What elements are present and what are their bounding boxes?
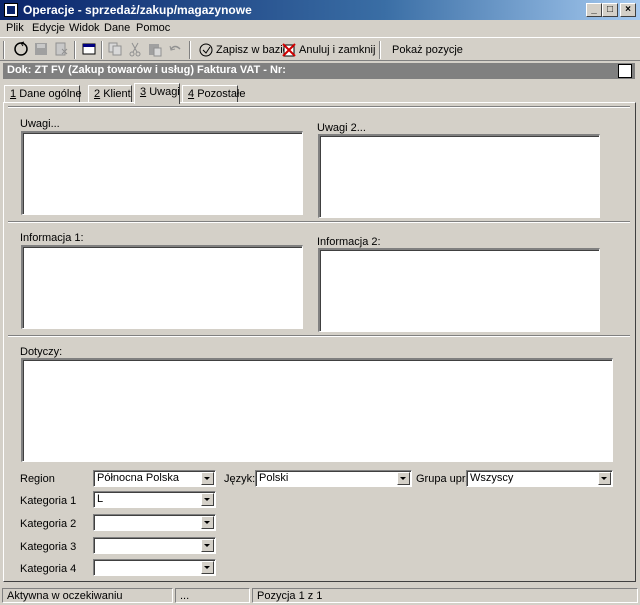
region-select[interactable]: Północna Polska	[93, 470, 216, 487]
toolbar-separator	[189, 41, 191, 59]
tab-uwagi[interactable]: 3 Uwagi	[134, 83, 180, 104]
kategoria1-label: Kategoria 1	[20, 495, 77, 507]
informacja1-textarea[interactable]	[21, 245, 303, 329]
kategoria1-select[interactable]: L	[93, 491, 216, 508]
tab-label: Uwagi	[149, 86, 180, 98]
document-header-text: Dok: ZT FV (Zakup towarów i usług) Faktu…	[7, 64, 286, 76]
close-button[interactable]: ×	[620, 3, 636, 17]
status-bar: Aktywna w oczekiwaniu ... Pozycja 1 z 1	[0, 586, 640, 605]
app-icon	[4, 3, 18, 17]
dotyczy-textarea[interactable]	[21, 358, 613, 462]
dotyczy-label: Dotyczy:	[20, 346, 63, 358]
kategoria4-label: Kategoria 4	[20, 563, 77, 575]
kategoria2-label: Kategoria 2	[20, 518, 77, 530]
toolbar-separator	[74, 41, 76, 59]
region-label: Region	[20, 473, 55, 485]
toolbar-grip	[3, 41, 5, 59]
tab-pozostale[interactable]: 4 Pozostałe	[182, 85, 246, 103]
delete-doc-icon[interactable]	[52, 40, 70, 59]
properties-icon[interactable]	[80, 40, 98, 59]
divider	[8, 106, 630, 108]
refresh-icon[interactable]	[12, 40, 30, 59]
jezyk-select[interactable]: Polski	[255, 470, 412, 487]
tab-label: Dane ogólne	[19, 88, 82, 100]
informacja1-label: Informacja 1:	[20, 232, 84, 244]
show-items-label: Pokaż pozycje	[392, 43, 463, 56]
toolbar-separator	[101, 41, 103, 59]
paste-icon[interactable]	[146, 40, 164, 59]
chevron-down-icon[interactable]	[201, 516, 214, 529]
show-items-button[interactable]: Pokaż pozycje	[389, 40, 466, 59]
menu-bar: Plik Edycje Widok Dane Pomoc	[0, 20, 640, 37]
tab-number: 2	[94, 88, 101, 100]
minimize-button[interactable]: _	[586, 3, 602, 17]
tab-label: Pozostałe	[197, 88, 246, 100]
tab-number: 1	[10, 88, 17, 100]
undo-icon[interactable]	[166, 40, 184, 59]
chevron-down-icon[interactable]	[598, 472, 611, 485]
toolbar-separator	[379, 41, 381, 59]
kategoria2-select[interactable]	[93, 514, 216, 531]
maximize-button[interactable]: □	[602, 3, 618, 17]
grupa-label: Grupa upr.	[416, 473, 468, 485]
uwagi-label: Uwagi...	[20, 118, 60, 130]
menu-plik[interactable]: Plik	[6, 22, 24, 34]
save-to-database-label: Zapisz w bazie	[216, 43, 289, 56]
document-menu-icon[interactable]	[618, 64, 632, 78]
menu-pomoc[interactable]: Pomoc	[136, 22, 170, 34]
grupa-value: Wszyscy	[470, 472, 514, 484]
status-state: Aktywna w oczekiwaniu	[2, 588, 173, 603]
tab-number: 4	[188, 88, 195, 100]
kategoria3-select[interactable]	[93, 537, 216, 554]
chevron-down-icon[interactable]	[201, 539, 214, 552]
title-bar: Operacje - sprzedaż/zakup/magazynowe _ □…	[0, 0, 640, 20]
save-to-database-icon	[199, 43, 213, 56]
status-middle: ...	[175, 588, 250, 603]
uwagi-textarea[interactable]	[21, 131, 303, 215]
cancel-and-close-button[interactable]: Anuluj i zamknij	[279, 40, 378, 59]
save-to-database-button[interactable]: Zapisz w bazie	[196, 40, 292, 59]
chevron-down-icon[interactable]	[201, 493, 214, 506]
jezyk-label: Język:	[224, 473, 256, 485]
divider	[8, 221, 630, 223]
toolbar: Zapisz w bazie Anuluj i zamknij Pokaż po…	[0, 37, 640, 61]
divider	[8, 335, 630, 337]
uwagi2-label: Uwagi 2...	[317, 122, 366, 134]
copy-icon[interactable]	[106, 40, 124, 59]
informacja2-textarea[interactable]	[318, 248, 600, 332]
tab-dane-ogolne[interactable]: 1 Dane ogólne	[4, 85, 82, 103]
kategoria1-value: L	[97, 493, 104, 505]
tab-klient[interactable]: 2 Klient	[88, 85, 132, 103]
kategoria3-label: Kategoria 3	[20, 541, 77, 553]
menu-dane[interactable]: Dane	[104, 22, 130, 34]
menu-edycje[interactable]: Edycje	[32, 22, 65, 34]
window-title: Operacje - sprzedaż/zakup/magazynowe	[23, 3, 252, 17]
jezyk-value: Polski	[259, 472, 289, 484]
kategoria4-select[interactable]	[93, 559, 216, 576]
menu-widok[interactable]: Widok	[69, 22, 100, 34]
save-disk-icon[interactable]	[32, 40, 50, 59]
document-header: Dok: ZT FV (Zakup towarów i usług) Faktu…	[3, 63, 635, 79]
tab-number: 3	[140, 86, 147, 98]
informacja2-label: Informacja 2:	[317, 236, 381, 248]
tab-label: Klient	[103, 88, 131, 100]
grupa-select[interactable]: Wszyscy	[466, 470, 613, 487]
chevron-down-icon[interactable]	[201, 472, 214, 485]
cancel-and-close-label: Anuluj i zamknij	[299, 43, 376, 56]
cut-icon[interactable]	[126, 40, 144, 59]
chevron-down-icon[interactable]	[201, 561, 214, 574]
chevron-down-icon[interactable]	[397, 472, 410, 485]
region-value: Północna Polska	[97, 472, 179, 484]
uwagi2-textarea[interactable]	[318, 134, 600, 218]
status-position: Pozycja 1 z 1	[252, 588, 638, 603]
cancel-icon	[282, 42, 296, 57]
